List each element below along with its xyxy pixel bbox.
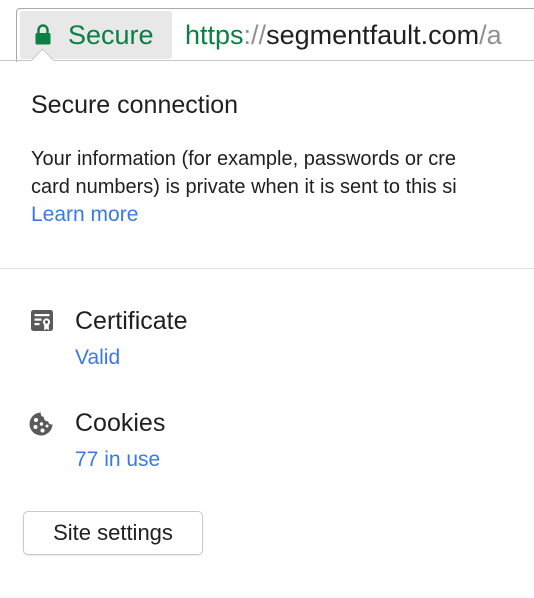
bubble-title: Secure connection	[31, 91, 239, 119]
url-separator: ://	[243, 20, 267, 50]
certificate-title: Certificate	[75, 307, 188, 335]
url-path: /a	[479, 20, 502, 50]
page-info-popup-screen: Secure https://segmentfault.com/a Secure…	[0, 0, 534, 598]
address-bar: Secure https://segmentfault.com/a	[0, 0, 534, 62]
lock-icon	[35, 24, 51, 45]
certificate-icon	[31, 310, 53, 331]
cookies-title: Cookies	[75, 409, 166, 437]
divider	[0, 268, 534, 269]
certificate-valid-link[interactable]: Valid	[75, 344, 120, 372]
url-scheme: https	[185, 20, 244, 50]
site-settings-button[interactable]: Site settings	[23, 511, 203, 555]
cookies-in-use-link[interactable]: 77 in use	[75, 446, 160, 474]
secure-label[interactable]: Secure	[68, 18, 154, 52]
security-description: Your information (for example, passwords…	[31, 145, 534, 201]
url-host: segmentfault.com	[266, 20, 480, 50]
learn-more-link[interactable]: Learn more	[31, 201, 138, 229]
description-line: Your information (for example, passwords…	[31, 148, 456, 170]
url-text[interactable]: https://segmentfault.com/a	[185, 18, 502, 52]
cookie-icon	[29, 412, 53, 436]
description-line: card numbers) is private when it is sent…	[31, 176, 457, 198]
bubble-border	[0, 60, 534, 61]
